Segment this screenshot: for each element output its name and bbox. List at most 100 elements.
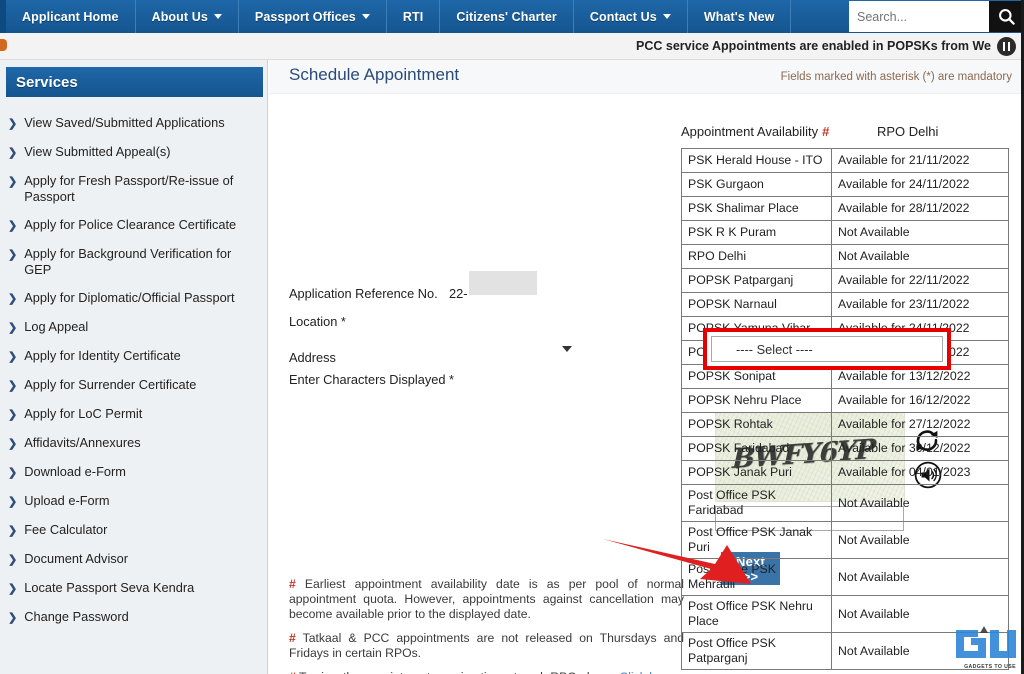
sidebar-item-apply-for-loc-permit[interactable]: ❯ Apply for LoC Permit: [0, 406, 267, 423]
nav-item-label: RTI: [402, 9, 424, 24]
nav-item-about-us[interactable]: About Us: [136, 0, 239, 33]
announcement-ticker: PCC service Appointments are enabled in …: [0, 33, 1021, 60]
sidebar-item-change-password[interactable]: ❯ Change Password: [0, 609, 267, 626]
center-name-cell: POPSK Faridabad: [681, 436, 832, 461]
table-row: POPSK Patparganj Available for 22/11/2022: [681, 268, 1009, 293]
sidebar-item-label: Apply for LoC Permit: [24, 406, 143, 421]
sidebar-item-apply-for-surrender-certificate[interactable]: ❯ Apply for Surrender Certificate: [0, 377, 267, 394]
search-icon: [999, 9, 1015, 25]
nav-item-rti[interactable]: RTI: [387, 0, 441, 33]
sidebar-item-label: Apply for Fresh Passport/Re-issue of Pas…: [24, 173, 234, 204]
sidebar-item-label: Locate Passport Seva Kendra: [24, 580, 195, 595]
availability-table: PSK Herald House - ITO Available for 21/1…: [681, 148, 1009, 670]
chevron-right-icon: ❯: [8, 496, 18, 508]
center-name-cell: POPSK Rohtak: [681, 412, 832, 437]
search-button[interactable]: [989, 1, 1021, 32]
sidebar-item-label: Apply for Identity Certificate: [24, 348, 181, 363]
sidebar-item-label: Upload e-Form: [24, 493, 110, 508]
sidebar-item-label: Document Advisor: [24, 551, 129, 566]
sidebar-item-label: Log Appeal: [24, 319, 89, 334]
nav-item-what-s-new[interactable]: What's New: [688, 0, 792, 33]
center-name-cell: Post Office PSK Patparganj: [681, 632, 832, 670]
table-row: PSK Gurgaon Available for 24/11/2022: [681, 172, 1009, 197]
nav-item-applicant-home[interactable]: Applicant Home: [6, 0, 136, 33]
sidebar-item-apply-for-identity-certificate[interactable]: ❯ Apply for Identity Certificate: [0, 348, 267, 365]
availability-status-cell: Available for 28/11/2022: [831, 196, 1009, 221]
table-row: POPSK Rohtak Available for 27/12/2022: [681, 412, 1009, 437]
location-select[interactable]: ---- Select ----: [711, 336, 943, 362]
chevron-down-icon: [361, 14, 370, 19]
chevron-right-icon: ❯: [8, 583, 18, 595]
top-navigation-bar: Applicant Home About Us Passport Offices RT…: [0, 0, 1021, 33]
sidebar-item-label: Apply for Surrender Certificate: [24, 377, 197, 392]
sidebar-item-view-saved-submitted-applications[interactable]: ❯ View Saved/Submitted Applications: [0, 115, 267, 132]
search-container: [849, 1, 1021, 32]
note-1: # Earliest appointment availability date…: [289, 577, 684, 622]
center-name-cell: POPSK Patparganj: [681, 268, 832, 293]
redaction-overlay: [469, 271, 537, 295]
sidebar: Services ❯ View Saved/Submitted Applicati…: [0, 60, 268, 674]
center-name-cell: Post Office PSK Faridabad: [681, 484, 832, 522]
nav-item-citizens-charter[interactable]: Citizens' Charter: [440, 0, 574, 33]
table-row: POPSK Faridabad Available for 30/12/2022: [681, 436, 1009, 461]
sidebar-item-label: Apply for Police Clearance Certificate: [24, 217, 237, 232]
sidebar-item-apply-for-fresh-passport-re-issue-of-passport[interactable]: ❯ Apply for Fresh Passport/Re-issue of Pa…: [0, 173, 267, 205]
nav-item-label: What's New: [703, 9, 775, 24]
chevron-right-icon: ❯: [8, 409, 18, 421]
availability-status-cell: Not Available: [831, 484, 1009, 522]
chevron-right-icon: ❯: [8, 467, 18, 479]
nav-item-label: Contact Us: [589, 9, 657, 24]
notes-section: # Earliest appointment availability date…: [289, 577, 684, 674]
page-title: Schedule Appointment: [289, 65, 460, 84]
chevron-right-icon: ❯: [8, 118, 18, 130]
center-name-cell: Post Office PSK Mehrauli: [681, 558, 832, 596]
sidebar-item-apply-for-diplomatic-official-passport[interactable]: ❯ Apply for Diplomatic/Official Passport: [0, 290, 267, 307]
availability-status-cell: Available for 24/11/2022: [831, 172, 1009, 197]
center-name-cell: PSK Gurgaon: [681, 172, 832, 197]
table-row: POPSK Narnaul Available for 23/11/2022: [681, 292, 1009, 317]
sidebar-item-label: View Saved/Submitted Applications: [24, 115, 225, 130]
application-reference-value: 22-: [449, 286, 468, 301]
chevron-right-icon: ❯: [8, 612, 18, 624]
table-row: POPSK Nehru Place Available for 16/12/202…: [681, 388, 1009, 413]
table-row: RPO Delhi Not Available: [681, 244, 1009, 269]
rpo-name: RPO Delhi: [877, 124, 939, 139]
chevron-right-icon: ❯: [8, 220, 18, 232]
center-name-cell: RPO Delhi: [681, 244, 832, 269]
sidebar-item-apply-for-background-verification-for-gep[interactable]: ❯ Apply for Background Verification for G…: [0, 246, 267, 278]
note-link[interactable]: Click here: [619, 670, 673, 674]
sidebar-item-download-e-form[interactable]: ❯ Download e-Form: [0, 464, 267, 481]
sidebar-item-log-appeal[interactable]: ❯ Log Appeal: [0, 319, 267, 336]
application-reference-label: Application Reference No.: [289, 286, 438, 301]
sidebar-item-locate-passport-seva-kendra[interactable]: ❯ Locate Passport Seva Kendra: [0, 580, 267, 597]
table-row: PSK Shalimar Place Available for 28/11/20…: [681, 196, 1009, 221]
availability-status-cell: Available for 21/11/2022: [831, 148, 1009, 173]
availability-status-cell: Not Available: [831, 244, 1009, 269]
pause-icon[interactable]: [997, 36, 1016, 56]
sidebar-item-document-advisor[interactable]: ❯ Document Advisor: [0, 551, 267, 568]
nav-item-label: Citizens' Charter: [456, 9, 557, 24]
sidebar-item-label: Apply for Background Verification for GE…: [24, 246, 232, 277]
sidebar-item-apply-for-police-clearance-certificate[interactable]: ❯ Apply for Police Clearance Certificate: [0, 217, 267, 234]
availability-heading-hash: #: [822, 124, 830, 139]
watermark-caption: GADGETS TO USE: [964, 664, 1016, 670]
table-row: POPSK Janak Puri Available for 04/01/2023: [681, 460, 1009, 485]
sidebar-item-label: Fee Calculator: [24, 522, 108, 537]
note-text: Earliest appointment availability date i…: [289, 577, 685, 621]
ticker-marker: [0, 39, 7, 51]
sidebar-item-view-submitted-appeal-s[interactable]: ❯ View Submitted Appeal(s): [0, 144, 267, 161]
sidebar-item-upload-e-form[interactable]: ❯ Upload e-Form: [0, 493, 267, 510]
content-header: Schedule Appointment Fields marked with …: [269, 60, 1021, 94]
table-row: Post Office PSK Patparganj Not Available: [681, 632, 1009, 670]
chevron-right-icon: ❯: [8, 525, 18, 537]
sidebar-item-affidavits-annexures[interactable]: ❯ Affidavits/Annexures: [0, 435, 267, 452]
table-row: Post Office PSK Janak Puri Not Available: [681, 521, 1009, 559]
page-root: Applicant Home About Us Passport Offices RT…: [0, 0, 1024, 674]
nav-item-passport-offices[interactable]: Passport Offices: [239, 0, 387, 33]
nav-item-contact-us[interactable]: Contact Us: [574, 0, 688, 33]
chevron-down-icon: [662, 14, 671, 19]
search-input[interactable]: [849, 1, 989, 32]
availability-status-cell: Available for 22/11/2022: [831, 268, 1009, 293]
sidebar-item-fee-calculator[interactable]: ❯ Fee Calculator: [0, 522, 267, 539]
chevron-right-icon: ❯: [8, 554, 18, 566]
